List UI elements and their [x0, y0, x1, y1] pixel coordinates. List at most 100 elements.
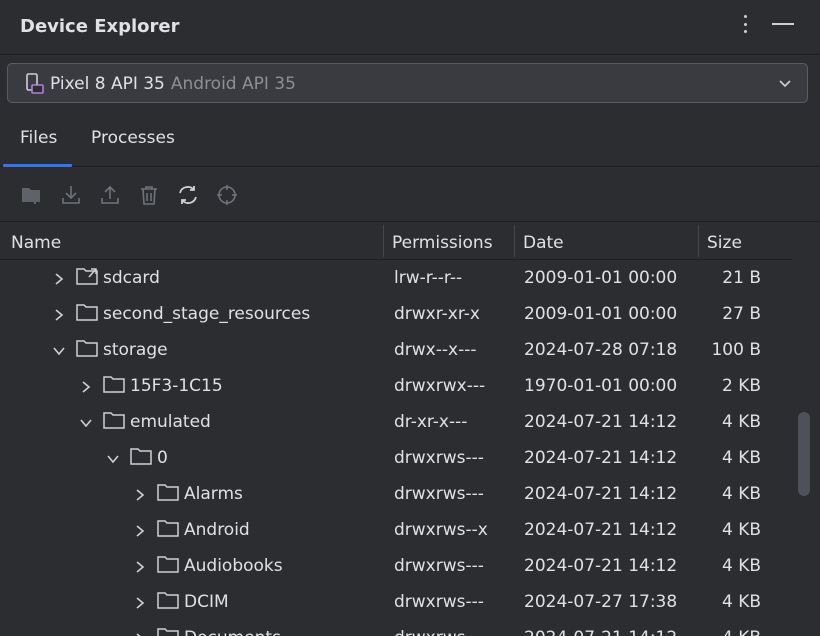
folder-icon	[157, 592, 179, 609]
more-options-icon[interactable]	[740, 12, 750, 36]
chevron-right-icon[interactable]	[79, 379, 93, 395]
active-tab-indicator	[3, 164, 72, 167]
file-name: sdcard	[103, 268, 160, 288]
folder-icon	[157, 520, 179, 537]
folder-icon	[130, 448, 152, 465]
tab-processes[interactable]: Processes	[91, 128, 175, 148]
file-size: 2 KB	[721, 376, 761, 396]
column-header-size[interactable]: Size	[707, 233, 742, 253]
file-date: 2009-01-01 00:00	[524, 304, 678, 324]
table-row[interactable]: 15F3-1C15 drwxrwx--- 1970-01-01 00:00 2 …	[0, 370, 795, 406]
chevron-right-icon[interactable]	[133, 595, 147, 611]
tab-files[interactable]: Files	[20, 128, 57, 148]
file-size: 4 KB	[721, 520, 761, 540]
table-row[interactable]: Android drwxrws--x 2024-07-21 14:12 4 KB	[0, 514, 795, 550]
chevron-right-icon[interactable]	[133, 631, 147, 636]
title-bar: Device Explorer	[0, 0, 820, 55]
folder-icon	[157, 628, 179, 636]
delete-icon[interactable]	[137, 183, 161, 207]
column-header-date[interactable]: Date	[523, 233, 564, 253]
file-date: 1970-01-01 00:00	[524, 376, 678, 396]
column-separator[interactable]	[514, 225, 515, 257]
device-name: Pixel 8 API 35	[50, 74, 165, 94]
chevron-right-icon[interactable]	[133, 523, 147, 539]
file-size: 4 KB	[721, 556, 761, 576]
file-name: storage	[103, 340, 168, 360]
chevron-down-icon[interactable]	[106, 451, 120, 467]
file-permissions: drwx--x---	[394, 340, 477, 360]
file-size: 4 KB	[721, 412, 761, 432]
file-date: 2024-07-27 17:38	[524, 592, 678, 612]
toolbar	[0, 168, 820, 222]
device-icon	[26, 73, 44, 94]
column-header-name[interactable]: Name	[11, 233, 61, 253]
table-row[interactable]: Alarms drwxrws--- 2024-07-21 14:12 4 KB	[0, 478, 795, 514]
table-row[interactable]: storage drwx--x--- 2024-07-28 07:18 100 …	[0, 334, 795, 370]
table-row[interactable]: Documents drwxrws--- 2024-07-21 14:12 4 …	[0, 622, 795, 636]
file-permissions: drwxr-xr-x	[394, 304, 480, 324]
file-date: 2009-01-01 00:00	[524, 268, 678, 288]
file-permissions: dr-xr-x---	[394, 412, 468, 432]
column-separator[interactable]	[383, 225, 384, 257]
file-permissions: drwxrws---	[394, 556, 484, 576]
column-header-permissions[interactable]: Permissions	[392, 233, 493, 253]
chevron-down-icon[interactable]	[52, 343, 66, 359]
table-row[interactable]: second_stage_resources drwxr-xr-x 2009-0…	[0, 298, 795, 334]
file-name: 0	[157, 448, 168, 468]
chevron-right-icon[interactable]	[133, 487, 147, 503]
file-name: DCIM	[184, 592, 229, 612]
file-date: 2024-07-21 14:12	[524, 448, 678, 468]
file-date: 2024-07-21 14:12	[524, 628, 677, 636]
locate-icon[interactable]	[215, 183, 239, 207]
file-permissions: drwxrwx---	[394, 376, 486, 396]
file-name: emulated	[130, 412, 211, 432]
table-row[interactable]: Audiobooks drwxrws--- 2024-07-21 14:12 4…	[0, 550, 795, 586]
table-row[interactable]: DCIM drwxrws--- 2024-07-27 17:38 4 KB	[0, 586, 795, 622]
file-date: 2024-07-21 14:12	[524, 520, 678, 540]
file-name: second_stage_resources	[103, 304, 311, 324]
column-separator[interactable]	[698, 225, 699, 257]
file-tree: sdcard lrw-r--r-- 2009-01-01 00:00 21 B …	[0, 262, 795, 636]
file-date: 2024-07-28 07:18	[524, 340, 678, 360]
file-size: 4 KB	[722, 628, 761, 636]
device-selector[interactable]: Pixel 8 API 35 Android API 35	[7, 63, 808, 103]
table-header: Name Permissions Date Size	[0, 222, 792, 260]
folder-icon	[103, 376, 125, 393]
table-row[interactable]: emulated dr-xr-x--- 2024-07-21 14:12 4 K…	[0, 406, 795, 442]
file-permissions: drwxrws---	[394, 628, 484, 636]
file-permissions: drwxrws---	[394, 448, 484, 468]
file-name: 15F3-1C15	[130, 376, 223, 396]
folder-icon	[76, 304, 98, 321]
sync-icon[interactable]	[176, 183, 200, 207]
upload-icon[interactable]	[98, 183, 122, 207]
minimize-icon[interactable]	[772, 12, 794, 36]
folder-icon	[157, 484, 179, 501]
tab-bar: Files Processes	[0, 120, 820, 167]
file-name: Audiobooks	[184, 556, 283, 576]
file-name: Android	[184, 520, 250, 540]
vertical-scrollbar[interactable]	[798, 412, 810, 496]
file-permissions: drwxrws---	[394, 484, 484, 504]
file-size: 100 B	[711, 340, 761, 360]
file-permissions: drwxrws--x	[394, 520, 488, 540]
chevron-down-icon[interactable]	[79, 415, 93, 431]
file-size: 4 KB	[721, 448, 761, 468]
chevron-right-icon[interactable]	[133, 559, 147, 575]
new-folder-icon[interactable]	[20, 183, 44, 207]
table-row[interactable]: sdcard lrw-r--r-- 2009-01-01 00:00 21 B	[0, 262, 795, 298]
file-date: 2024-07-21 14:12	[524, 412, 678, 432]
file-size: 21 B	[722, 268, 761, 288]
file-size: 4 KB	[721, 484, 761, 504]
file-size: 4 KB	[721, 592, 761, 612]
folder-icon	[103, 412, 125, 429]
chevron-right-icon[interactable]	[52, 271, 66, 287]
chevron-right-icon[interactable]	[52, 307, 66, 323]
table-row[interactable]: 0 drwxrws--- 2024-07-21 14:12 4 KB	[0, 442, 795, 478]
chevron-down-icon[interactable]	[777, 75, 793, 91]
file-size: 27 B	[722, 304, 761, 324]
device-label: Pixel 8 API 35 Android API 35	[50, 74, 296, 94]
device-api: Android API 35	[170, 74, 296, 94]
download-icon[interactable]	[59, 183, 83, 207]
folder-link-icon	[76, 268, 98, 285]
file-permissions: lrw-r--r--	[394, 268, 463, 288]
